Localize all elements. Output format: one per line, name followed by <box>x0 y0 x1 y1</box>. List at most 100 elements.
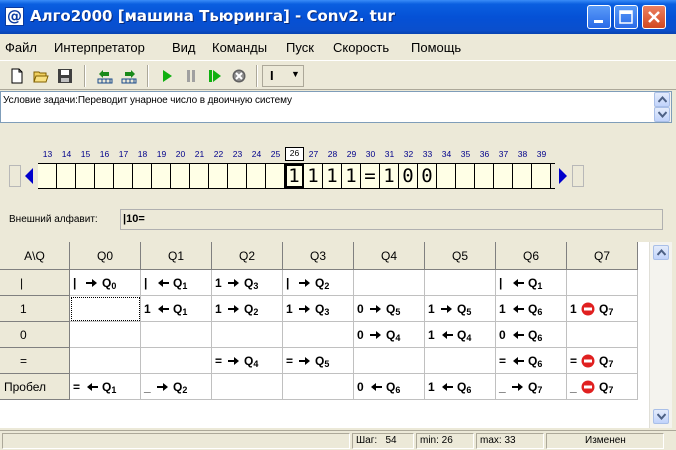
tape-cell[interactable]: 1 <box>380 164 399 188</box>
state-header-q6[interactable]: Q6 <box>496 242 567 270</box>
command-cell[interactable]: | Q2 <box>283 270 354 296</box>
tape-cell[interactable] <box>171 164 190 188</box>
command-cell[interactable] <box>354 270 425 296</box>
step-button[interactable] <box>204 65 226 87</box>
command-cell[interactable]: 1 Q3 <box>283 296 354 322</box>
command-cell[interactable]: = Q1 <box>70 374 141 400</box>
state-header-q0[interactable]: Q0 <box>70 242 141 270</box>
tape-cell[interactable] <box>133 164 152 188</box>
command-cell[interactable]: 1 Q6 <box>425 374 496 400</box>
command-cell[interactable]: = Q5 <box>283 348 354 374</box>
tape-cell[interactable] <box>494 164 513 188</box>
command-cell[interactable]: 1 Q3 <box>212 270 283 296</box>
command-cell[interactable]: _ Q2 <box>141 374 212 400</box>
menu-help[interactable]: Помощь <box>411 40 461 55</box>
command-cell[interactable] <box>283 322 354 348</box>
tape-cell[interactable]: 1 <box>304 164 323 188</box>
open-button[interactable] <box>30 65 52 87</box>
tape-cell[interactable] <box>437 164 456 188</box>
command-cell[interactable]: 1 Q5 <box>425 296 496 322</box>
command-cell[interactable] <box>212 322 283 348</box>
command-cell[interactable] <box>70 296 141 322</box>
tape-cell[interactable] <box>456 164 475 188</box>
command-cell[interactable] <box>425 348 496 374</box>
symbol-row-header[interactable]: 1 <box>0 296 70 322</box>
tape-cell[interactable] <box>475 164 494 188</box>
close-button[interactable] <box>642 5 666 29</box>
tape-cell[interactable] <box>266 164 285 188</box>
tape-cell[interactable] <box>228 164 247 188</box>
command-cell[interactable] <box>70 322 141 348</box>
state-header-q3[interactable]: Q3 <box>283 242 354 270</box>
command-cell[interactable]: _ Q7 <box>496 374 567 400</box>
tape-left-arrow-icon[interactable] <box>24 167 34 185</box>
tape-cell[interactable] <box>190 164 209 188</box>
command-cell[interactable]: 0 Q6 <box>496 322 567 348</box>
symbol-row-header[interactable]: | <box>0 270 70 296</box>
command-cell[interactable]: = Q7 <box>567 348 638 374</box>
pause-button[interactable] <box>180 65 202 87</box>
tape-cell[interactable] <box>95 164 114 188</box>
save-button[interactable] <box>54 65 76 87</box>
command-cell[interactable]: 0 Q4 <box>354 322 425 348</box>
command-cell[interactable]: 0 Q6 <box>354 374 425 400</box>
tape-cell[interactable] <box>57 164 76 188</box>
command-cell[interactable]: | Q1 <box>496 270 567 296</box>
command-cell[interactable]: 1 Q7 <box>567 296 638 322</box>
menu-speed[interactable]: Скорость <box>333 40 389 55</box>
tape-cell[interactable] <box>38 164 57 188</box>
tape[interactable]: 1 1 1 1 = 1 0 0 <box>38 163 555 189</box>
tape-shift-right-button[interactable] <box>118 65 140 87</box>
tape-right-arrow-icon[interactable] <box>558 167 568 185</box>
state-header-q7[interactable]: Q7 <box>567 242 638 270</box>
tape-cell[interactable] <box>209 164 228 188</box>
symbol-row-header[interactable]: Пробел <box>0 374 70 400</box>
command-cell[interactable]: | Q1 <box>141 270 212 296</box>
scroll-up-button[interactable] <box>654 92 670 107</box>
command-cell[interactable]: = Q4 <box>212 348 283 374</box>
command-cell[interactable]: 0 Q5 <box>354 296 425 322</box>
command-cell[interactable] <box>212 374 283 400</box>
tape-cell[interactable] <box>247 164 266 188</box>
task-memo[interactable]: Условие задачи:Переводит унарное число в… <box>0 91 672 123</box>
command-cell[interactable]: 1 Q1 <box>141 296 212 322</box>
table-scroll-down-button[interactable] <box>653 409 669 424</box>
command-cell[interactable] <box>567 322 638 348</box>
menu-view[interactable]: Вид <box>172 40 196 55</box>
task-scrollbar[interactable] <box>654 92 671 122</box>
scroll-down-button[interactable] <box>654 107 670 122</box>
command-cell[interactable] <box>354 348 425 374</box>
tape-cell[interactable] <box>513 164 532 188</box>
tape-cell[interactable] <box>76 164 95 188</box>
stop-button[interactable] <box>228 65 250 87</box>
table-scrollbar[interactable] <box>649 242 672 428</box>
tape-cell[interactable] <box>114 164 133 188</box>
tape-cell[interactable]: 0 <box>418 164 437 188</box>
speed-select[interactable]: I ▼ <box>262 65 304 87</box>
command-cell[interactable]: 1 Q4 <box>425 322 496 348</box>
menu-run[interactable]: Пуск <box>286 40 314 55</box>
menu-file[interactable]: Файл <box>5 40 37 55</box>
command-cell[interactable]: _ Q7 <box>567 374 638 400</box>
state-header-q1[interactable]: Q1 <box>141 242 212 270</box>
tape-cell[interactable] <box>532 164 551 188</box>
alphabet-input[interactable]: |10= <box>120 209 663 230</box>
state-header-q5[interactable]: Q5 <box>425 242 496 270</box>
tape-cell[interactable]: 1 <box>323 164 342 188</box>
menu-commands[interactable]: Команды <box>212 40 267 55</box>
new-button[interactable] <box>6 65 28 87</box>
tape-cell[interactable]: 1 <box>342 164 361 188</box>
command-cell[interactable]: 1 Q2 <box>212 296 283 322</box>
table-scroll-up-button[interactable] <box>653 245 669 260</box>
tape-cell[interactable] <box>152 164 171 188</box>
state-header-q2[interactable]: Q2 <box>212 242 283 270</box>
command-cell[interactable] <box>425 270 496 296</box>
tape-cell[interactable]: = <box>361 164 380 188</box>
command-cell[interactable] <box>283 374 354 400</box>
command-cell[interactable]: 1 Q6 <box>496 296 567 322</box>
command-cell[interactable] <box>141 348 212 374</box>
command-cell[interactable] <box>70 348 141 374</box>
tape-cell[interactable]: 0 <box>399 164 418 188</box>
command-cell[interactable]: | Q0 <box>70 270 141 296</box>
run-button[interactable] <box>156 65 178 87</box>
